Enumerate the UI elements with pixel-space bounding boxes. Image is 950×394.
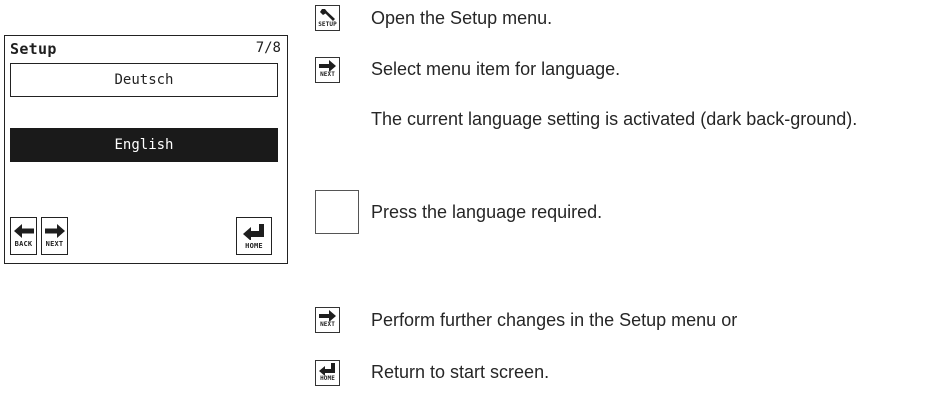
home-button[interactable]: HOME [236,217,272,255]
language-option-deutsch[interactable]: Deutsch [10,63,278,97]
device-title: Setup [10,40,57,58]
back-button-label: BACK [14,240,33,248]
step-2-text: Select menu item for language. [371,59,621,79]
step-5-text: Perform further changes in the Setup men… [371,310,738,330]
language-option-english[interactable]: English [10,128,278,162]
next-button-label: NEXT [45,240,64,248]
arrow-right-icon [44,224,65,238]
step-6-text: Return to start screen. [371,362,550,382]
next-key-icon: NEXT [315,57,340,83]
setup-key-label: SETUP [318,21,337,28]
setup-key-icon: SETUP [315,5,340,31]
home-key-label: HOME [320,375,335,382]
next-key-label-2: NEXT [320,321,335,328]
page-indicator: 7/8 [255,40,281,56]
step-4-text: Press the language required. [371,202,603,222]
next-key-icon-2: NEXT [315,307,340,333]
wrench-icon [319,9,335,21]
next-button[interactable]: NEXT [41,217,68,255]
step-1-text: Open the Setup menu. [371,8,553,28]
next-key-label: NEXT [320,71,335,78]
home-button-label: HOME [245,242,263,250]
step-3-text: The current language setting is activate… [371,109,858,129]
back-button[interactable]: BACK [10,217,37,255]
device-screen: Setup 7/8 Deutsch English BACK NEXT HOME [4,35,288,264]
return-arrow-icon [243,224,264,240]
language-button-icon [315,190,359,234]
home-key-icon: HOME [315,360,340,386]
arrow-left-icon [13,224,34,238]
